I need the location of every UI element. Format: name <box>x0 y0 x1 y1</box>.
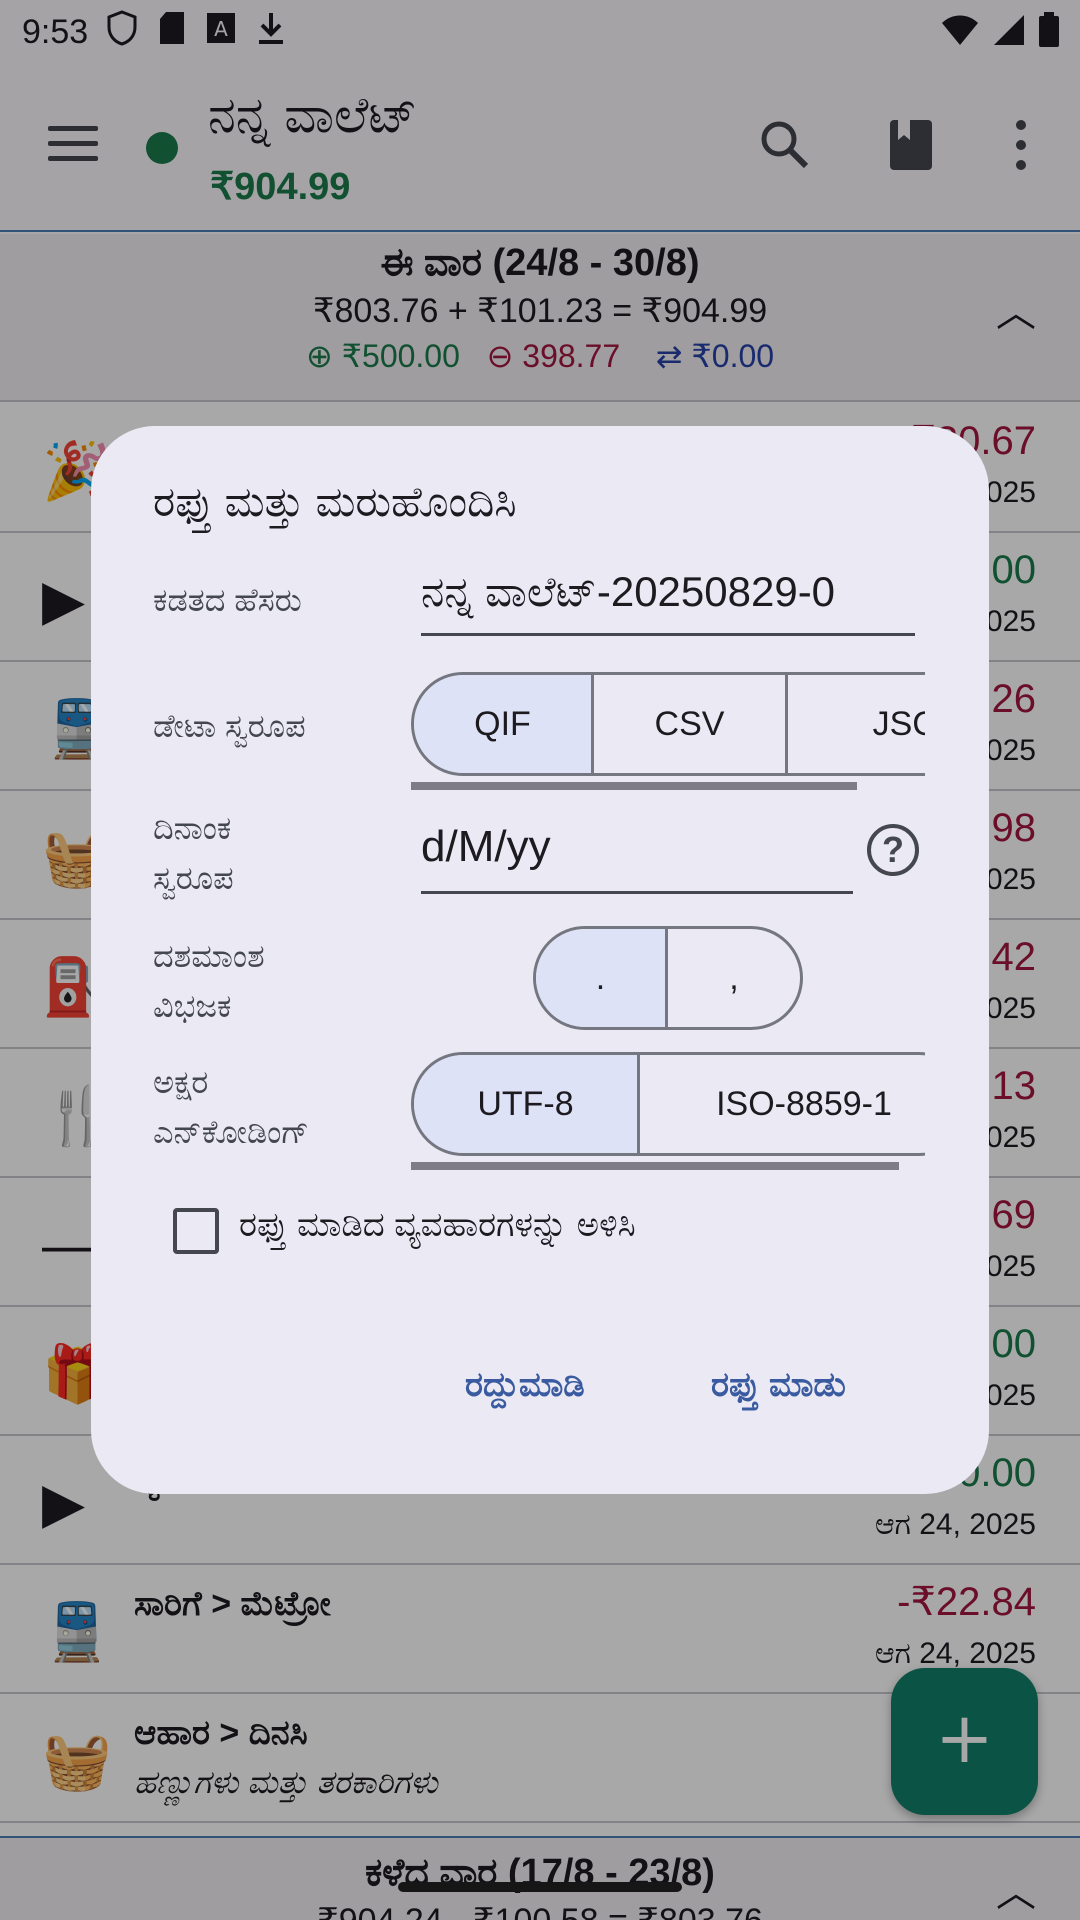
date-format-input[interactable]: d/M/yy <box>421 818 853 894</box>
help-icon[interactable]: ? <box>867 824 919 876</box>
encoding-scrollbar[interactable] <box>411 1162 899 1170</box>
format-option-csv[interactable]: CSV <box>594 675 788 773</box>
file-name-input[interactable]: ನನ್ನ ವಾಲೆಟ್-20250829-0 <box>421 562 915 636</box>
format-option-json[interactable]: JSON <box>788 675 925 773</box>
dialog-title: ರಫ್ತು ಮತ್ತು ಮರುಹೊಂದಿಸಿ <box>153 478 517 525</box>
format-label: ಡೇಟಾ ಸ್ವರೂಪ <box>153 708 306 744</box>
decimal-selector: . , <box>533 926 803 1030</box>
decimal-option-dot[interactable]: . <box>536 929 668 1027</box>
format-option-qif[interactable]: QIF <box>414 675 594 773</box>
date-format-label-line2: ಸ್ವರೂಪ <box>153 860 234 896</box>
encoding-selector-viewport: UTF-8 ISO-8859-1 <box>411 1052 925 1162</box>
export-button[interactable]: ರಫ್ತು ಮಾಡು <box>711 1366 846 1405</box>
decimal-label-line2: ವಿಭಜಕ <box>153 988 232 1024</box>
file-name-label: ಕಡತದ ಹೆಸರು <box>153 582 302 618</box>
format-selector-viewport: QIF CSV JSON <box>411 672 925 782</box>
export-dialog: ರಫ್ತು ಮತ್ತು ಮರುಹೊಂದಿಸಿ ಕಡತದ ಹೆಸರು ನನ್ನ ವ… <box>91 426 989 1494</box>
encoding-option-iso[interactable]: ISO-8859-1 <box>640 1055 925 1153</box>
encoding-selector: UTF-8 ISO-8859-1 <box>411 1052 925 1156</box>
encoding-label-line2: ಎನ್‌ಕೋಡಿಂಗ್ <box>153 1114 310 1150</box>
encoding-option-utf8[interactable]: UTF-8 <box>414 1055 640 1153</box>
format-selector: QIF CSV JSON <box>411 672 925 776</box>
format-scrollbar[interactable] <box>411 782 857 790</box>
cancel-button[interactable]: ರದ್ದುಮಾಡಿ <box>465 1366 585 1405</box>
delete-exported-checkbox[interactable] <box>173 1208 219 1254</box>
decimal-option-comma[interactable]: , <box>668 929 800 1027</box>
decimal-label-line1: ದಶಮಾಂಶ <box>153 938 265 974</box>
delete-exported-label[interactable]: ರಫ್ತು ಮಾಡಿದ ವ್ಯವಹಾರಗಳನ್ನು ಅಳಿಸಿ <box>239 1206 636 1245</box>
encoding-label-line1: ಅಕ್ಷರ <box>153 1064 209 1100</box>
date-format-label-line1: ದಿನಾಂಕ <box>153 810 232 846</box>
